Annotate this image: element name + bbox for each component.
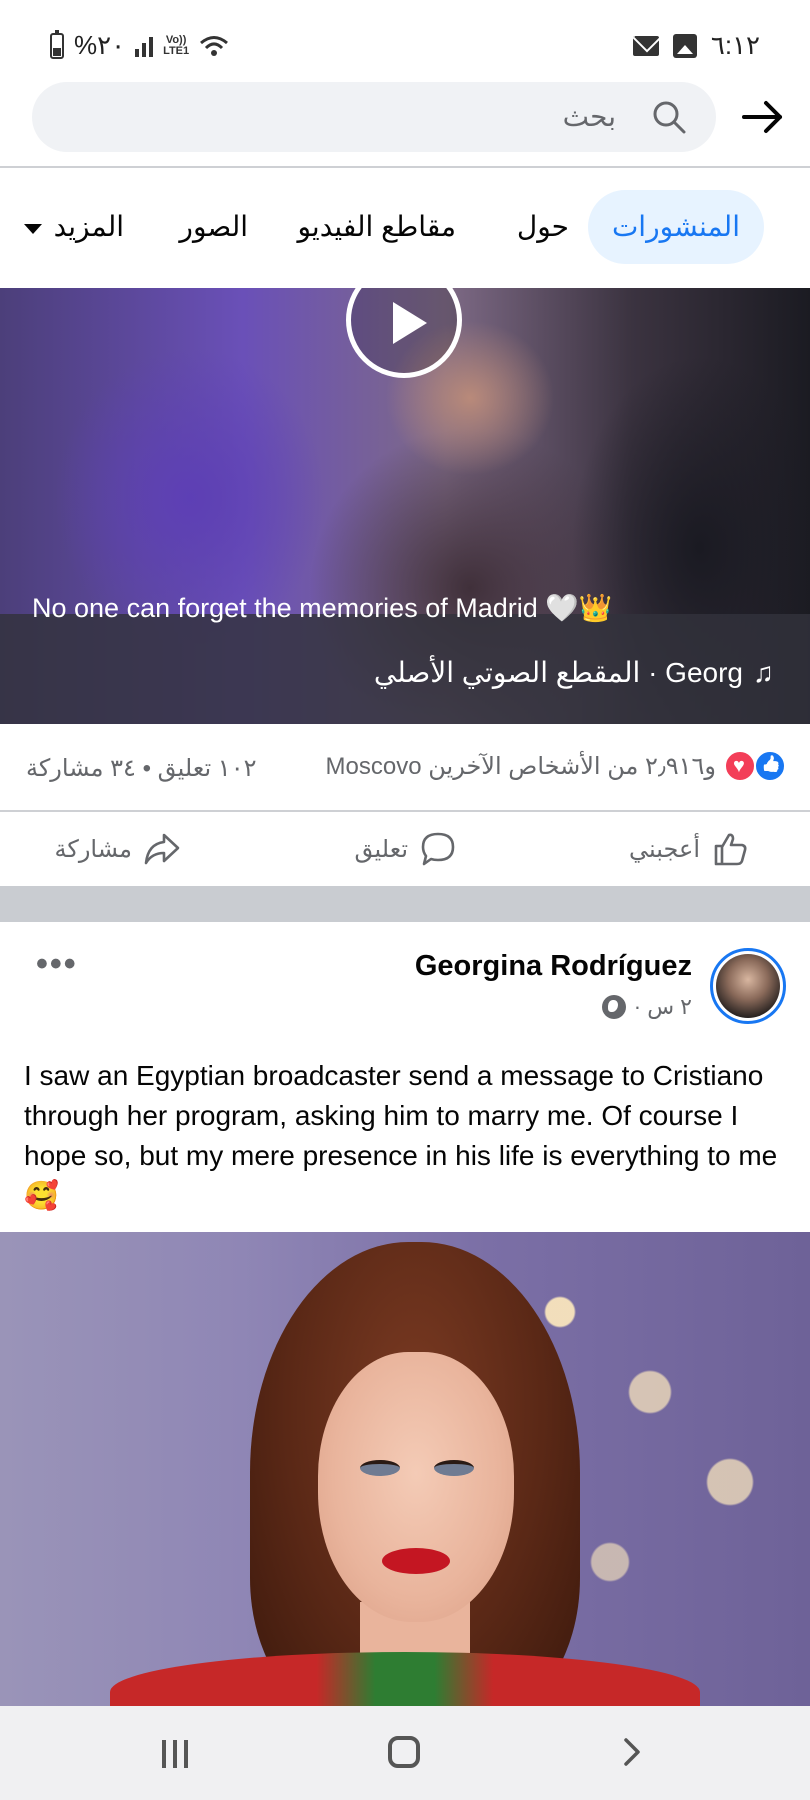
photo-lips (382, 1548, 450, 1574)
love-reaction-icon (724, 750, 756, 782)
post-time: ٢ س · (633, 994, 692, 1019)
post-author[interactable]: Georgina Rodríguez (415, 950, 692, 983)
mail-icon (632, 35, 659, 56)
video-player[interactable]: No one can forget the memories of Madrid… (0, 288, 810, 724)
search-placeholder: بحث (562, 101, 616, 132)
post-photo[interactable] (0, 1232, 810, 1706)
battery-icon (50, 29, 64, 59)
recent-apps-icon[interactable] (162, 1740, 188, 1768)
header-divider (0, 166, 810, 168)
tab-videos[interactable]: مقاطع الفيديو (297, 190, 456, 264)
photo-eye-right (434, 1460, 474, 1476)
lte-indicator: Vo)) LTE1 (163, 34, 190, 57)
search-input[interactable]: بحث (32, 82, 716, 152)
post-actions: أعجبني تعليق مشاركة (0, 812, 810, 886)
battery-percent: %٢٠ (74, 30, 126, 60)
reactions-row: و٢٫٩١٦ من الأشخاص الآخرين Moscovo ١٠٢ تع… (0, 724, 810, 810)
profile-tabs: المنشورات حول مقاطع الفيديو الصور المزيد (0, 190, 810, 266)
tab-about[interactable]: حول (517, 190, 569, 264)
like-reaction-icon (754, 750, 786, 782)
caret-down-icon (23, 223, 42, 234)
tab-posts[interactable]: المنشورات (587, 190, 764, 264)
tab-more[interactable]: المزيد (23, 190, 124, 264)
share-icon (144, 833, 180, 865)
search-icon (653, 101, 686, 134)
like-button[interactable]: أعجبني (629, 812, 750, 886)
status-left: %٢٠ Vo)) LTE1 (50, 29, 229, 61)
video-caption: No one can forget the memories of Madrid… (32, 593, 613, 623)
gallery-icon (672, 33, 697, 58)
photo-face (318, 1352, 514, 1622)
music-note-icon: ♫ (753, 656, 774, 688)
share-label: مشاركة (54, 835, 132, 863)
photo-eye-left (360, 1460, 400, 1476)
comment-label: تعليق (354, 835, 408, 863)
reactions-text: و٢٫٩١٦ من الأشخاص الآخرين Moscovo (325, 752, 716, 780)
comment-icon (421, 832, 455, 866)
like-label: أعجبني (629, 835, 700, 863)
wifi-icon (200, 35, 229, 56)
tab-more-label: المزيد (53, 211, 124, 242)
post-header: Georgina Rodríguez ٢ س · ••• (0, 922, 810, 1042)
lte-label: LTE1 (163, 44, 190, 57)
comment-share-counts[interactable]: ١٠٢ تعليق • ٣٤ مشاركة (26, 754, 256, 783)
clock: ٦:١٢ (710, 30, 760, 60)
more-options-icon[interactable]: ••• (36, 947, 78, 981)
status-right: ٦:١٢ (632, 30, 760, 61)
home-icon[interactable] (388, 1736, 420, 1768)
audio-track-label: Georg · المقطع الصوتي الأصلي (373, 657, 743, 688)
share-button[interactable]: مشاركة (55, 812, 182, 886)
avatar-photo (716, 954, 780, 1018)
signal-icon (135, 35, 154, 57)
thumbs-up-icon (714, 833, 747, 866)
reactions-summary[interactable]: و٢٫٩١٦ من الأشخاص الآخرين Moscovo (326, 750, 786, 782)
chevron-right-icon[interactable] (616, 1736, 648, 1768)
back-arrow-icon[interactable] (740, 94, 786, 140)
comment-button[interactable]: تعليق (355, 812, 458, 886)
system-navigation-bar (0, 1706, 810, 1800)
avatar[interactable] (710, 948, 786, 1024)
audio-track[interactable]: ♫ Georg · المقطع الصوتي الأصلي (374, 656, 774, 689)
status-bar: %٢٠ Vo)) LTE1 ٦:١٢ (0, 0, 810, 80)
feed-separator (0, 886, 810, 922)
play-icon[interactable] (346, 288, 462, 378)
post-meta: ٢ س · (601, 994, 692, 1020)
photo-shirt (110, 1652, 700, 1706)
globe-icon (601, 995, 626, 1019)
post-text: I saw an Egyptian broadcaster send a mes… (24, 1060, 778, 1211)
tab-photos[interactable]: الصور (179, 190, 248, 264)
